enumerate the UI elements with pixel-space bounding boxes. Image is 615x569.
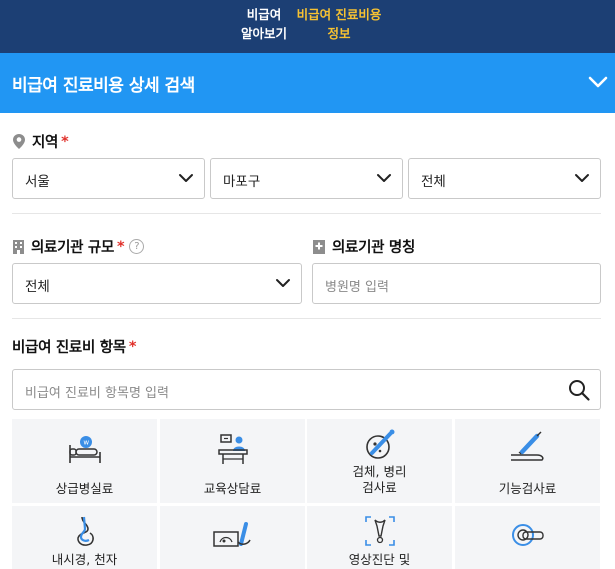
category-ultrasound[interactable]	[160, 506, 305, 569]
category-label: 검사료	[362, 480, 397, 495]
divider	[12, 318, 601, 319]
divider	[12, 213, 601, 214]
select-value: 서울	[25, 174, 50, 190]
region-subarea-select[interactable]: 전체	[408, 158, 601, 199]
input-placeholder: 병원명 입력	[325, 280, 389, 295]
ultrasound-icon	[213, 522, 251, 547]
location-pin-icon	[13, 134, 25, 149]
facility-size-select[interactable]: 전체	[12, 263, 302, 304]
required-mark: *	[61, 133, 69, 150]
region-district-select[interactable]: 마포구	[210, 158, 403, 199]
category-function-test[interactable]: 기능검사료	[455, 419, 600, 503]
item-search-input[interactable]: 비급여 진료비 항목명 입력	[12, 369, 601, 410]
category-label: 기능검사료	[498, 481, 557, 496]
category-label: 검체, 병리	[352, 464, 407, 479]
select-value: 마포구	[223, 174, 261, 190]
function-test-icon	[511, 431, 544, 461]
region-city-select[interactable]: 서울	[12, 158, 205, 199]
category-label: 교육상담료	[203, 481, 262, 496]
chevron-down-icon	[377, 174, 391, 182]
search-icon[interactable]	[567, 378, 591, 402]
required-mark: *	[128, 338, 137, 355]
category-endoscopy[interactable]: 내시경, 천자	[12, 506, 157, 569]
chevron-down-icon	[179, 174, 193, 182]
section-title: 비급여 진료비용 상세 검색	[12, 76, 195, 96]
endoscopy-icon	[77, 516, 94, 546]
tab-line2: 정보	[327, 26, 351, 41]
region-label-text: 지역	[32, 135, 59, 151]
tab-line1: 비급여 진료비용	[296, 7, 382, 22]
consultation-desk-icon	[218, 434, 248, 464]
hospital-bed-icon: w	[69, 436, 101, 463]
facility-size-label: 의료기관 규모 * ?	[12, 236, 145, 257]
facility-name-label: 의료기관 명칭	[312, 236, 415, 257]
chevron-down-icon[interactable]	[587, 74, 609, 90]
facility-size-label-text: 의료기관 규모	[31, 240, 114, 256]
chevron-down-icon	[276, 279, 290, 287]
category-specimen-pathology[interactable]: 검체, 병리 검사료	[307, 419, 452, 503]
input-placeholder: 비급여 진료비 항목명 입력	[25, 386, 169, 401]
facility-name-input[interactable]: 병원명 입력	[312, 263, 601, 304]
facility-name-label-text: 의료기관 명칭	[332, 240, 415, 256]
hospital-icon	[313, 239, 325, 254]
detail-search-header[interactable]: 비급여 진료비용 상세 검색	[0, 53, 615, 113]
required-mark: *	[117, 238, 125, 255]
chevron-down-icon	[575, 174, 589, 182]
items-label: 비급여 진료비 항목 *	[12, 336, 136, 357]
category-label: 내시경, 천자	[51, 552, 118, 567]
building-icon	[13, 239, 24, 254]
tab-line2: 알아보기	[240, 26, 287, 41]
category-label: 상급병실료	[55, 481, 114, 496]
select-value: 전체	[25, 279, 50, 295]
items-label-text: 비급여 진료비 항목	[12, 340, 126, 356]
svg-text:w: w	[83, 439, 89, 447]
category-education-counsel[interactable]: 교육상담료	[160, 419, 305, 503]
top-nav: 비급여 알아보기 비급여 진료비용 정보	[0, 0, 615, 53]
imaging-diagnosis-icon	[365, 516, 395, 546]
select-value: 전체	[421, 174, 446, 190]
mri-scanner-icon	[512, 524, 544, 546]
category-label: 영상진단 및	[348, 552, 411, 567]
category-imaging-diagnosis[interactable]: 영상진단 및	[307, 506, 452, 569]
specimen-pathology-icon	[366, 429, 395, 459]
help-icon[interactable]: ?	[129, 239, 145, 254]
region-label: 지역 *	[12, 131, 69, 152]
category-mri-scan[interactable]	[455, 506, 600, 569]
tab-nonbenefit-cost-info[interactable]: 비급여 진료비용 정보	[292, 5, 386, 43]
category-private-room[interactable]: w 상급병실료	[12, 419, 157, 503]
category-grid: w 상급병실료 교육상담료 검체, 병리 검사료 기능검사료 내시경, 천자 영…	[12, 419, 602, 569]
tab-line1: 비급여	[246, 7, 282, 22]
tab-nonbenefit-overview[interactable]: 비급여 알아보기	[232, 5, 296, 43]
